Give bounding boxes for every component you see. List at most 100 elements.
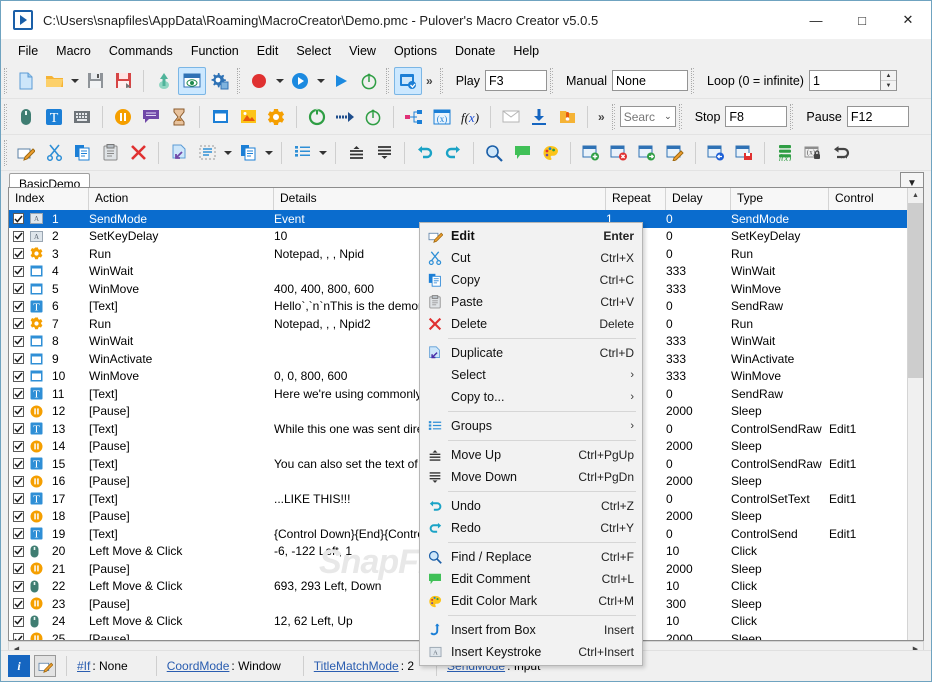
capture-window-icon[interactable] [394, 66, 422, 95]
column-header-index[interactable]: Index [9, 188, 89, 210]
menu-options[interactable]: Options [385, 41, 446, 61]
redo-icon[interactable] [439, 139, 467, 167]
row-checkbox[interactable] [9, 283, 27, 295]
paste-icon[interactable] [96, 139, 124, 167]
column-header-type[interactable]: Type [731, 188, 829, 210]
row-checkbox[interactable] [9, 405, 27, 417]
stop-hotkey-input[interactable] [725, 106, 788, 127]
insert-before-icon[interactable] [702, 139, 730, 167]
save-icon[interactable] [81, 67, 109, 95]
row-checkbox[interactable] [9, 563, 27, 575]
function-icon[interactable]: f(x) [456, 103, 484, 131]
context-menu-item-cut[interactable]: Cut Ctrl+X [420, 247, 642, 269]
maximize-button[interactable]: □ [839, 1, 885, 39]
context-menu-item-edit-color-mark[interactable]: Edit Color Mark Ctrl+M [420, 590, 642, 612]
edit-row-icon[interactable] [661, 139, 689, 167]
message-icon[interactable] [497, 103, 525, 131]
column-header-action[interactable]: Action [89, 188, 274, 210]
cut-icon[interactable] [40, 139, 68, 167]
row-checkbox[interactable] [9, 353, 27, 365]
color-mark-icon[interactable] [536, 139, 564, 167]
download-icon[interactable] [525, 103, 553, 131]
timer-icon[interactable] [355, 67, 383, 95]
toolbar2-gripper[interactable] [4, 103, 9, 130]
comment-icon[interactable] [137, 103, 165, 131]
open-folder-icon[interactable] [40, 67, 68, 95]
toolbar3-gripper[interactable] [4, 139, 9, 166]
menu-file[interactable]: File [9, 41, 47, 61]
toolbar-gripper-3[interactable] [386, 67, 391, 94]
play-icon[interactable] [286, 67, 314, 95]
timer2-icon[interactable] [359, 103, 387, 131]
context-menu-item-redo[interactable]: Redo Ctrl+Y [420, 517, 642, 539]
row-checkbox[interactable] [9, 265, 27, 277]
column-header-control[interactable]: Control [829, 188, 914, 210]
insert-row-icon[interactable] [577, 139, 605, 167]
context-menu-item-copy[interactable]: Copy Ctrl+C [420, 269, 642, 291]
row-checkbox[interactable] [9, 230, 27, 242]
find-replace-icon[interactable] [480, 139, 508, 167]
copy-icon[interactable] [68, 139, 96, 167]
scroll-up-button[interactable]: ▲ [908, 188, 923, 203]
toolbar-gripper[interactable] [4, 67, 9, 94]
context-menu-item-edit[interactable]: Edit Enter [420, 225, 642, 247]
row-checkbox[interactable] [9, 633, 27, 640]
mouse-icon[interactable] [12, 103, 40, 131]
search-combo[interactable]: Searc ⌄ [619, 106, 676, 127]
variables-fx-icon[interactable]: f(x) [771, 139, 799, 167]
row-checkbox[interactable] [9, 458, 27, 470]
remove-row-icon[interactable] [605, 139, 633, 167]
record-dropdown-arrow[interactable] [273, 67, 286, 95]
row-checkbox[interactable] [9, 213, 27, 225]
image-icon[interactable] [234, 103, 262, 131]
toolbar-gripper-4[interactable] [439, 67, 445, 94]
toolbar-gripper-5[interactable] [550, 67, 556, 94]
save-as-icon[interactable] [109, 67, 137, 95]
toolbar2-gripper-3[interactable] [678, 103, 684, 130]
keyboard-icon[interactable] [68, 103, 96, 131]
window-icon[interactable] [206, 103, 234, 131]
row-checkbox[interactable] [9, 335, 27, 347]
select-dropdown-arrow[interactable] [221, 139, 234, 167]
column-header-repeat[interactable]: Repeat [606, 188, 666, 210]
row-checkbox[interactable] [9, 388, 27, 400]
toolbar-gripper-6[interactable] [691, 67, 697, 94]
record-icon[interactable] [245, 67, 273, 95]
row-checkbox[interactable] [9, 370, 27, 382]
row-checkbox[interactable] [9, 248, 27, 260]
context-menu-item-groups[interactable]: Groups › [420, 415, 642, 437]
edit-comment-icon[interactable] [508, 139, 536, 167]
toolbar2-gripper-2[interactable] [611, 103, 617, 130]
context-menu-item-find-replace[interactable]: Find / Replace Ctrl+F [420, 546, 642, 568]
text-icon[interactable]: T [40, 103, 68, 131]
close-button[interactable]: ✕ [885, 1, 931, 39]
context-menu-item-undo[interactable]: Undo Ctrl+Z [420, 495, 642, 517]
row-checkbox[interactable] [9, 475, 27, 487]
menu-donate[interactable]: Donate [446, 41, 504, 61]
open-dropdown-arrow[interactable] [68, 67, 81, 95]
export-icon[interactable] [150, 67, 178, 95]
grid-vertical-scrollbar[interactable]: ▲ [907, 188, 923, 640]
menu-edit[interactable]: Edit [248, 41, 288, 61]
context-menu-item-select[interactable]: Select › [420, 364, 642, 386]
goto-icon[interactable] [331, 103, 359, 131]
menu-view[interactable]: View [340, 41, 385, 61]
manual-hotkey-input[interactable] [612, 70, 689, 91]
variable-icon[interactable]: (x) [428, 103, 456, 131]
info-icon[interactable]: i [8, 655, 30, 677]
play-selection-icon[interactable] [327, 67, 355, 95]
column-header-delay[interactable]: Delay [666, 188, 731, 210]
status-titlematchmode-link[interactable]: TitleMatchMode [314, 659, 399, 673]
toolbar2-overflow-chevron[interactable]: » [594, 110, 609, 124]
context-menu-item-duplicate[interactable]: Duplicate Ctrl+D [420, 342, 642, 364]
row-checkbox[interactable] [9, 545, 27, 557]
row-checkbox[interactable] [9, 598, 27, 610]
row-checkbox[interactable] [9, 615, 27, 627]
menu-function[interactable]: Function [182, 41, 248, 61]
copy-to-dropdown-arrow[interactable] [262, 139, 275, 167]
lock-var-icon[interactable]: (x) [799, 139, 827, 167]
context-menu-item-paste[interactable]: Paste Ctrl+V [420, 291, 642, 313]
loop-stepper[interactable]: ▲ ▼ [880, 70, 897, 91]
groups-dropdown-arrow[interactable] [316, 139, 329, 167]
delete-icon[interactable] [124, 139, 152, 167]
